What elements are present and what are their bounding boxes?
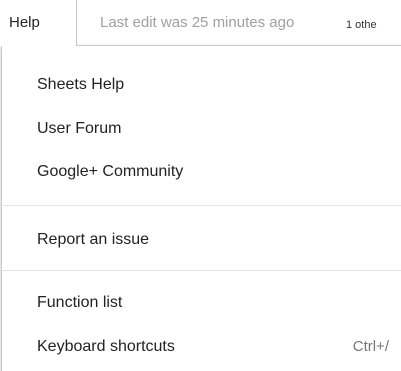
menu-item-sheets-help[interactable]: Sheets Help xyxy=(2,63,401,107)
page: Help Last edit was 25 minutes ago 1 othe… xyxy=(0,0,401,371)
menu-separator xyxy=(2,205,401,206)
help-dropdown-menu: Sheets Help User Forum Google+ Community… xyxy=(1,45,401,371)
menu-item-label: Google+ Community xyxy=(37,163,184,180)
last-edit-status-link[interactable]: Last edit was 25 minutes ago xyxy=(100,0,346,46)
menu-item-label: Keyboard shortcuts xyxy=(37,338,175,355)
menubar: Help Last edit was 25 minutes ago 1 othe xyxy=(0,0,401,46)
menu-item-label: Function list xyxy=(37,294,123,311)
menu-item-label: User Forum xyxy=(37,120,122,137)
shortcut-hint: Ctrl+/ xyxy=(352,338,389,355)
help-menu-button[interactable]: Help xyxy=(0,0,77,46)
menu-item-function-list[interactable]: Function list xyxy=(2,281,401,325)
menu-item-label: Report an issue xyxy=(37,231,150,248)
menu-separator xyxy=(2,270,401,271)
collaborators-indicator[interactable]: 1 othe xyxy=(346,18,377,32)
menu-item-keyboard-shortcuts[interactable]: Keyboard shortcuts Ctrl+/ xyxy=(2,325,401,369)
menu-item-label: Sheets Help xyxy=(37,76,125,93)
menu-item-google-plus-community[interactable]: Google+ Community xyxy=(2,150,401,194)
menu-item-report-issue[interactable]: Report an issue xyxy=(2,218,401,262)
menu-item-user-forum[interactable]: User Forum xyxy=(2,107,401,151)
